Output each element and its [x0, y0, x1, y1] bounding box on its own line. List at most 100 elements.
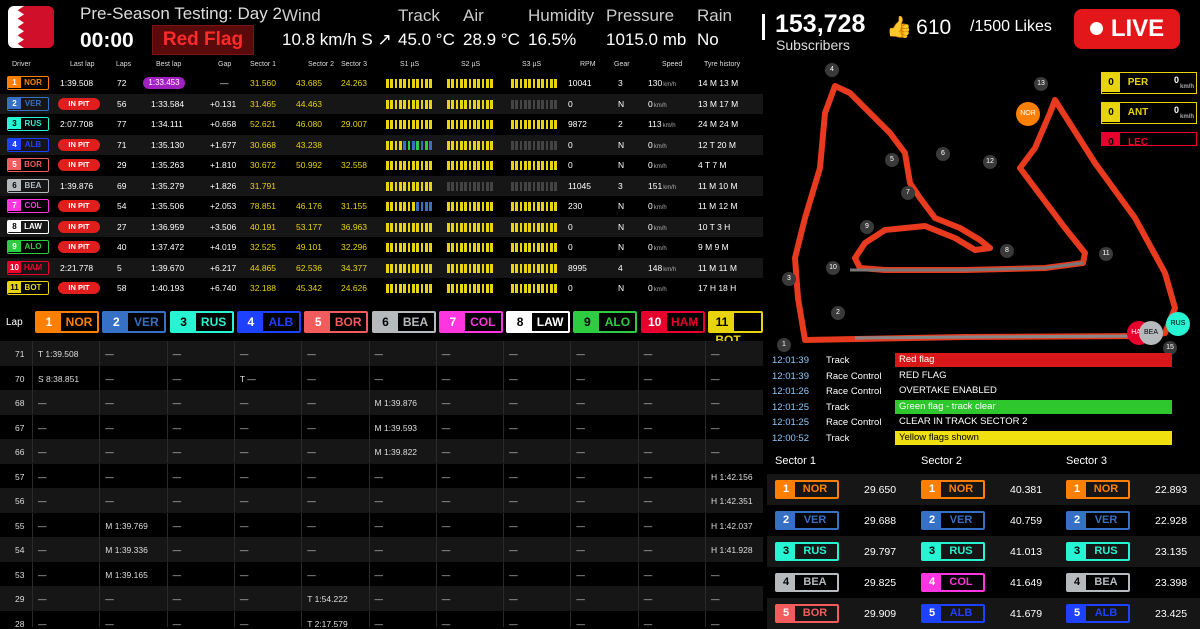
driver-position: 0 [1102, 133, 1120, 145]
lap-time-cell: — [576, 349, 585, 359]
driver-code: NOR [948, 483, 974, 495]
divider [637, 439, 639, 463]
driver-code: VER [133, 315, 159, 329]
tower-row[interactable]: 6 BEA 1:39.876 69 1:35.279 +1.826 31.791 11045 3… [0, 175, 763, 196]
divider [637, 390, 639, 414]
divider [32, 512, 33, 537]
lap-driver-badge-ver[interactable]: 2 VER [102, 311, 167, 333]
tower-row[interactable]: 7 COL IN PIT 54 1:35.506 +2.053 78.851 46.176 31… [0, 196, 763, 216]
driver-position: 11 [710, 313, 734, 331]
lap-time-cell: — [374, 594, 384, 604]
sector-time: 23.425 [1155, 608, 1188, 620]
tower-row[interactable]: 1 NOR 1:39.508 72 1:33.453 — 31.560 43.685 24.26… [0, 73, 763, 93]
driver-position: 2 [777, 513, 795, 528]
tower-row[interactable]: 11 BOT IN PIT 58 1:40.193 +6.740 32.188 45.342 2… [0, 278, 763, 298]
divider [166, 512, 168, 537]
lap-driver-badge-bea[interactable]: 6 BEA [371, 311, 436, 333]
rpm: 10041 [568, 78, 592, 88]
lap-time-cell: — [643, 349, 653, 359]
sector-3-time: 36.963 [341, 221, 367, 232]
divider [233, 537, 235, 561]
divider [705, 463, 706, 488]
sector-driver-badge: 3 RUS [921, 542, 985, 561]
divider [570, 537, 572, 561]
header-bar: Pre-Season Testing: Day 2 00:00 Red Flag… [0, 0, 1200, 58]
lap-time-cell: — [38, 569, 47, 580]
driver-badge: 6 BEA [7, 178, 49, 193]
message-time: 12:01:26 [772, 386, 809, 398]
divider [705, 414, 706, 439]
sector-1-time: 30.672 [250, 160, 276, 170]
tower-row[interactable]: 5 BOR IN PIT 29 1:35.263 +1.810 30.672 50.992 32… [0, 155, 763, 175]
lap-time-cell: M 1:39.822 [374, 447, 418, 457]
lap-time-cell: — [105, 618, 114, 628]
lap-time-cell: — [172, 618, 182, 628]
lap-driver-badge-bor[interactable]: 5 BOR [304, 311, 369, 333]
in-pit-badge: IN PIT [58, 220, 100, 233]
divider [99, 586, 101, 610]
wind-value: 10.8 km/h S ↗ [282, 30, 392, 49]
lap-time-cell: — [509, 373, 518, 384]
lap-driver-badge-alo[interactable]: 9 ALO [573, 311, 638, 333]
message-time: 12:01:25 [772, 401, 809, 413]
sector-1-time: 52.621 [250, 119, 276, 129]
divider [637, 610, 639, 627]
tower-row[interactable]: 3 RUS 2:07.708 77 1:34.111 +0.658 52.621 46.080… [0, 114, 763, 134]
divider [166, 390, 168, 414]
driver-code: HAM [671, 315, 699, 329]
divider [301, 414, 303, 439]
tower-row[interactable]: 4 ALB IN PIT 71 1:35.130 +1.677 30.668 43.238 0 N… [0, 134, 763, 155]
lap-time-cell: — [441, 349, 451, 359]
gap: +1.826 [210, 180, 237, 191]
tower-row[interactable]: 8 LAW IN PIT 27 1:36.959 +3.506 40.191 53.177 36… [0, 216, 763, 237]
lap-driver-badge-rus[interactable]: 3 RUS [169, 311, 234, 333]
message-time: 12:00:52 [772, 433, 809, 444]
tower-header-6: Sector 2 [308, 61, 335, 68]
track-temp-value: 45.0 °C [398, 30, 455, 49]
divider [637, 365, 639, 390]
lap-time-cell: — [576, 398, 585, 408]
sector-time: 41.679 [1010, 608, 1043, 620]
track-outline [792, 83, 1178, 343]
lap-driver-badge-law[interactable]: 8 LAW [506, 311, 571, 333]
lap-number: 70 [15, 373, 25, 384]
divider [99, 463, 101, 488]
mini-sector-3 [511, 161, 557, 170]
lap-driver-badge-alb[interactable]: 4 ALB [236, 311, 301, 333]
tower-header-12: Gear [614, 61, 630, 68]
lap-driver-badge-col[interactable]: 7 COL [438, 311, 503, 333]
lap-time-cell: — [576, 569, 585, 580]
divider [570, 586, 572, 610]
tower-row[interactable]: 2 VER IN PIT 56 1:33.584 +0.131 31.465 44.463 0 N… [0, 93, 763, 114]
driver-code: ALO [24, 242, 42, 251]
divider [233, 390, 235, 414]
lap-driver-badge-bot[interactable]: 11BOT [708, 311, 763, 347]
driver-position: 2 [923, 513, 941, 528]
tyre-history: 9 M 9 M [698, 242, 729, 252]
divider [570, 610, 572, 627]
sector-time: 41.013 [1010, 546, 1043, 558]
air-temp-value: 28.9 °C [463, 30, 520, 49]
driver-code: VER [949, 514, 973, 526]
driver-code: BEA [1094, 576, 1118, 588]
divider [570, 390, 572, 414]
tower-row[interactable]: 9 ALO IN PIT 40 1:37.472 +4.019 32.525 49.101 32… [0, 237, 763, 257]
divider [705, 390, 706, 414]
tower-row[interactable]: 10 HAM 2:21.778 5 1:39.670 +6.217 44.865 62.536… [0, 257, 763, 278]
divider [435, 463, 437, 488]
corner-marker-8: 8 [1000, 244, 1014, 258]
rpm: 8995 [568, 262, 587, 273]
lap-driver-badge-ham[interactable]: 10 HAM [640, 311, 705, 333]
lap-time-cell: — [643, 618, 653, 628]
mini-sector-1 [386, 243, 432, 252]
gap: +0.131 [210, 98, 237, 109]
lap-time-cell: — [711, 447, 720, 457]
best-lap-time: 1:35.263 [151, 160, 185, 170]
driver-position: 1 [923, 482, 941, 497]
sector-driver-badge: 1 NOR [1066, 480, 1130, 499]
driver-code: RUS [803, 545, 827, 557]
driver-position: 1 [8, 77, 21, 88]
driver-code: NOR [24, 78, 42, 87]
divider [762, 14, 765, 40]
lap-driver-badge-nor[interactable]: 1 NOR [35, 311, 99, 333]
